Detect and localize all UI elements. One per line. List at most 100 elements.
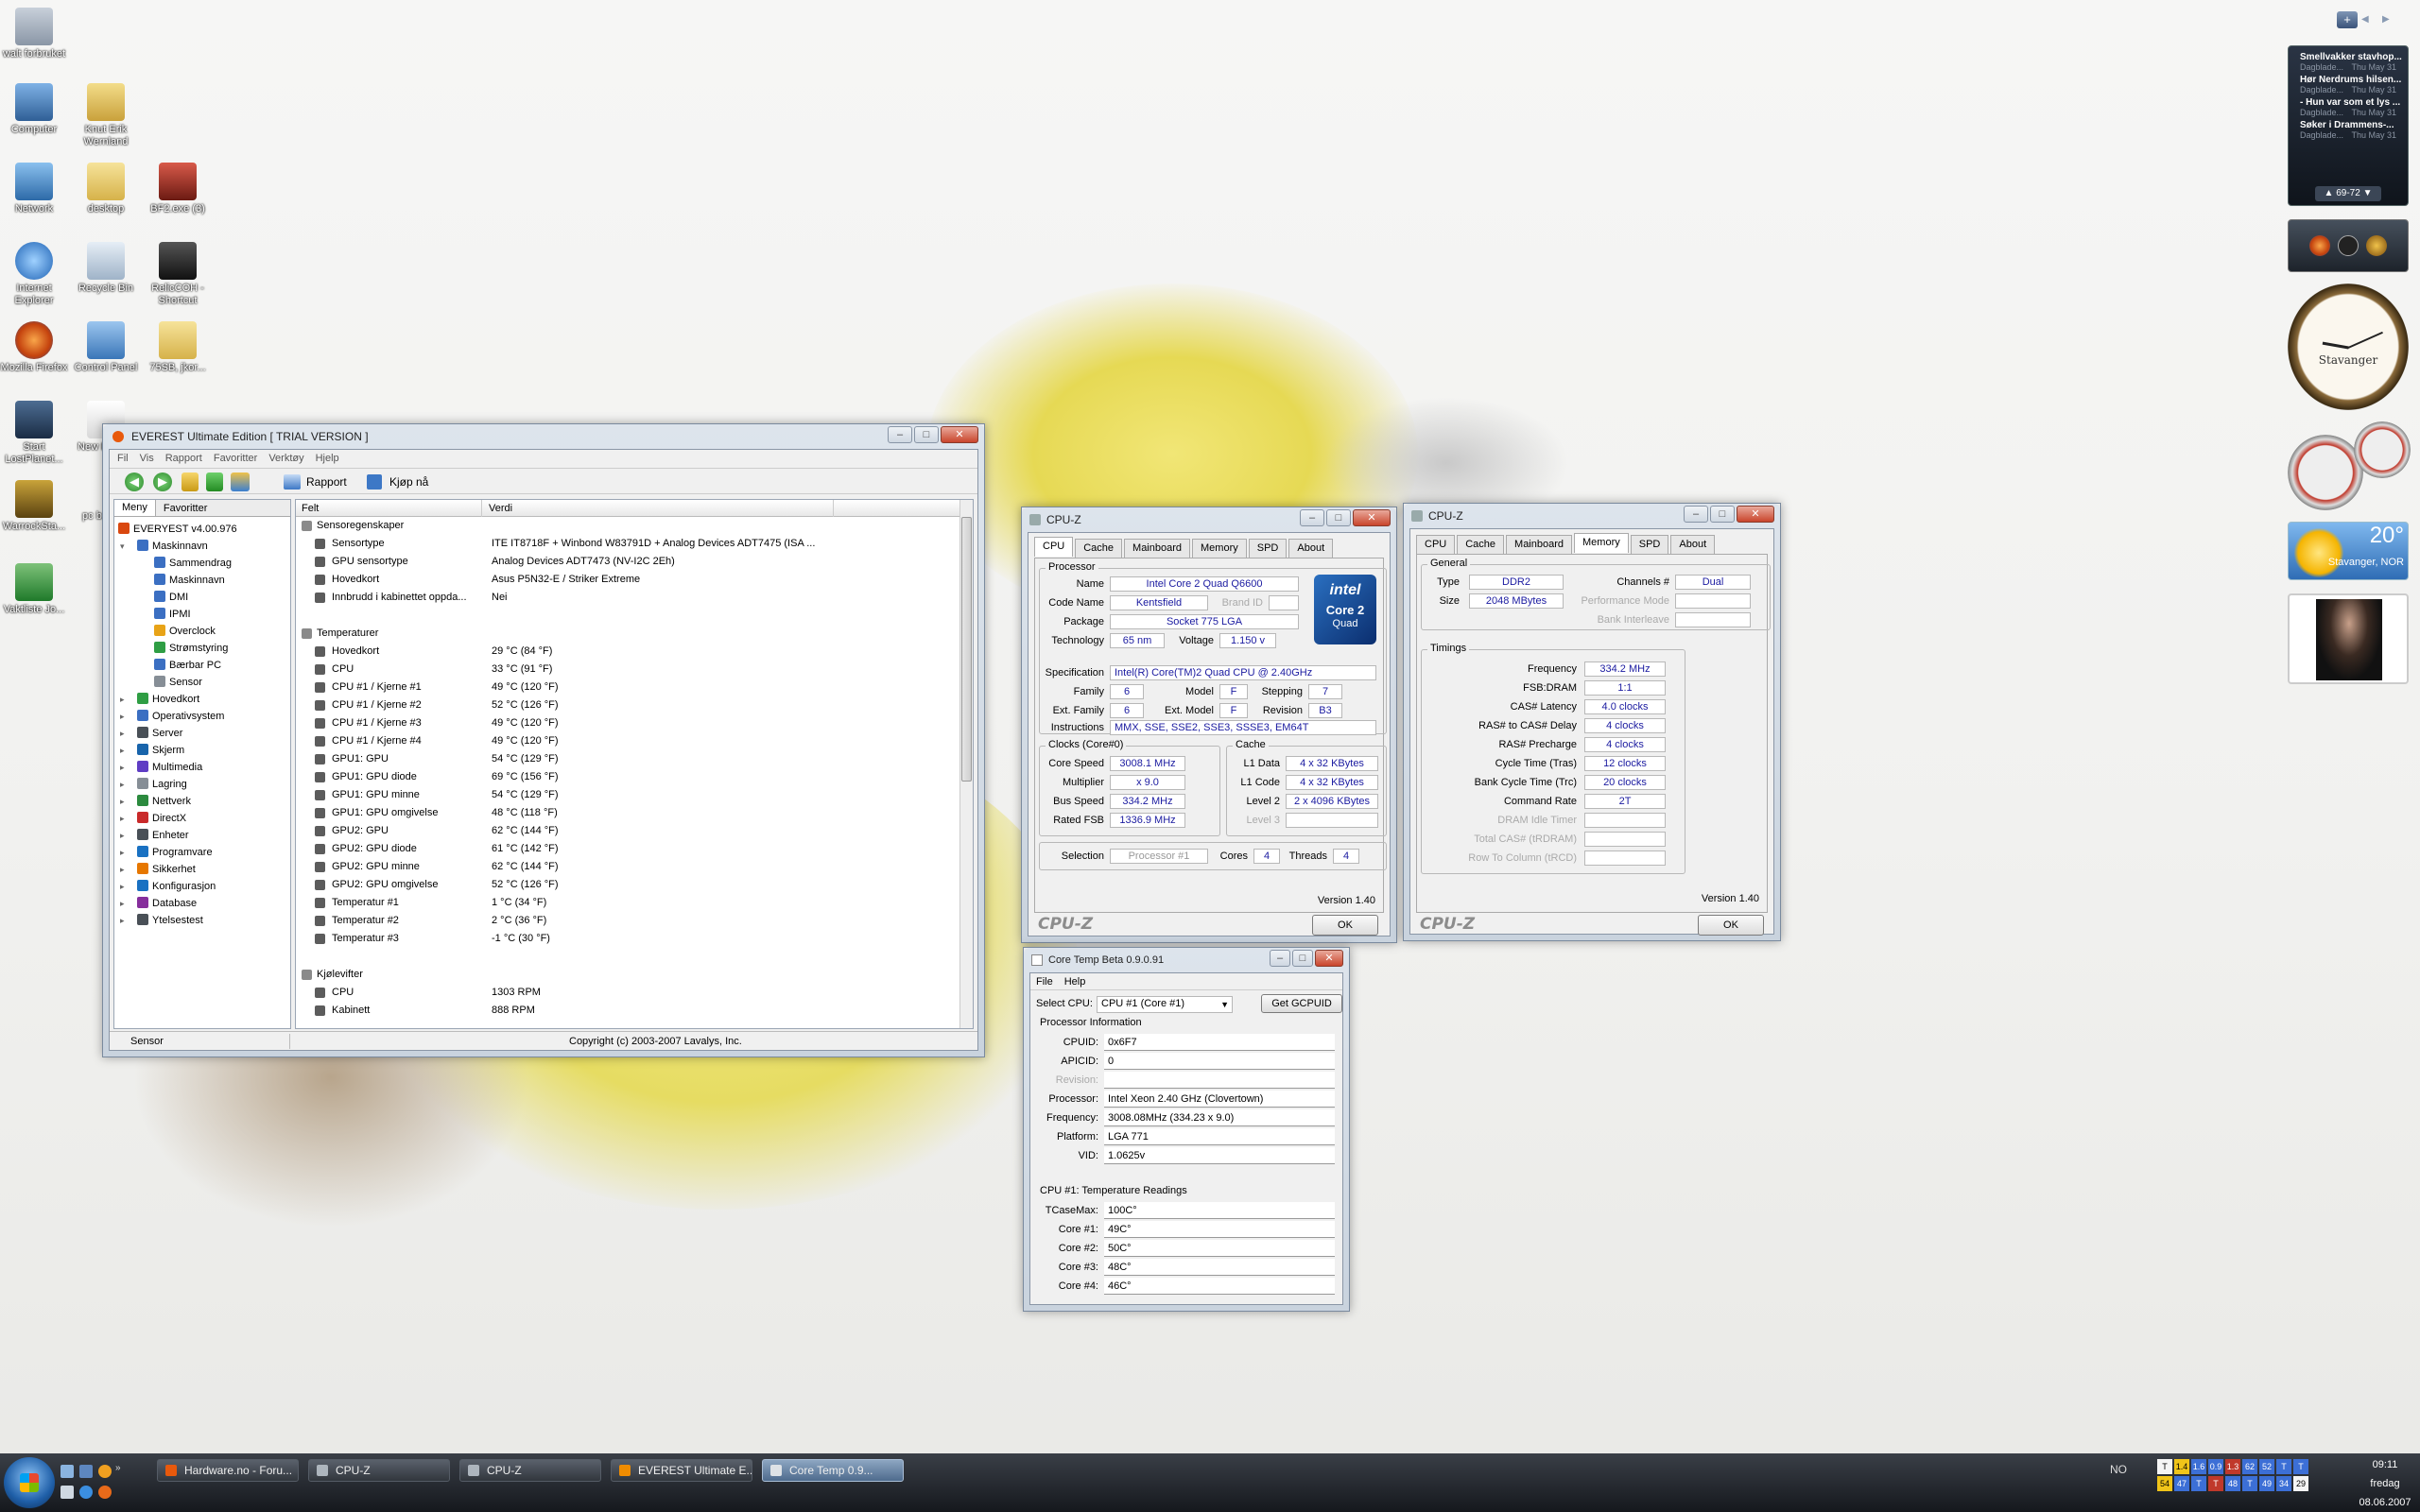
tree-item[interactable]: ▸ Programvare — [118, 844, 286, 861]
feed-pager[interactable]: ▲ 69-72 ▼ — [2315, 186, 2381, 201]
tray-indicator[interactable]: T — [2191, 1476, 2206, 1491]
close-button[interactable]: ✕ — [1315, 950, 1343, 967]
tree-item[interactable]: ▸ Multimedia — [118, 759, 286, 776]
table-row[interactable]: GPU2: GPU 62 °C (144 °F) — [296, 822, 959, 840]
tab-cache[interactable]: Cache — [1075, 539, 1123, 558]
tray-indicator[interactable]: T — [2157, 1459, 2172, 1474]
switch-windows-icon[interactable] — [79, 1465, 93, 1478]
table-row[interactable]: GPU1: GPU minne 54 °C (129 °F) — [296, 786, 959, 804]
report-button[interactable]: Rapport — [284, 472, 347, 491]
expand-icon[interactable]: ▸ — [120, 895, 125, 912]
ok-button[interactable]: OK — [1698, 915, 1764, 936]
tree-item[interactable]: ▸ Enheter — [118, 827, 286, 844]
chevron-right-icon[interactable]: » — [115, 1463, 121, 1473]
steam-icon[interactable] — [2338, 235, 2359, 256]
firefox-icon[interactable] — [98, 1486, 112, 1499]
desktop-icon-firefox[interactable]: Mozilla Firefox — [0, 321, 72, 374]
taskbar-button[interactable]: Core Temp 0.9... — [762, 1459, 904, 1482]
tray-indicator[interactable]: 1.4 — [2174, 1459, 2189, 1474]
table-row[interactable]: CPU #1 / Kjerne #4 49 °C (120 °F) — [296, 732, 959, 750]
table-row[interactable]: CPU 1303 RPM — [296, 984, 959, 1002]
ok-button[interactable]: OK — [1312, 915, 1378, 936]
mail-icon[interactable] — [60, 1486, 74, 1499]
expand-icon[interactable]: ▸ — [120, 793, 125, 810]
scrollbar-thumb[interactable] — [961, 517, 972, 782]
tree-item[interactable]: ▸ Skjerm — [118, 742, 286, 759]
tree-item[interactable]: EVERYEST v4.00.976 — [118, 521, 286, 538]
tray-indicator[interactable]: 52 — [2259, 1459, 2274, 1474]
desktop-icon-75sb[interactable]: 75SB, jkor... — [140, 321, 216, 374]
tray-indicator[interactable]: T — [2242, 1476, 2257, 1491]
tree-item[interactable]: ▸ Sikkerhet — [118, 861, 286, 878]
tab-cpu[interactable]: CPU — [1416, 535, 1456, 555]
vertical-scrollbar[interactable] — [959, 500, 973, 1028]
tab-cpu[interactable]: CPU — [1034, 537, 1074, 557]
tray-indicator[interactable]: 49 — [2259, 1476, 2274, 1491]
desktop-icon-recycle-bin[interactable]: Recycle Bin — [68, 242, 144, 295]
firefox-icon[interactable] — [2309, 235, 2330, 256]
table-row[interactable]: GPU1: GPU 54 °C (129 °F) — [296, 750, 959, 768]
expand-icon[interactable]: ▸ — [120, 912, 125, 929]
tree-item[interactable]: Strømstyring — [118, 640, 286, 657]
tray-indicator[interactable]: 0.9 — [2208, 1459, 2223, 1474]
desktop-icon-network[interactable]: Network — [0, 163, 72, 215]
desktop-icon-control-panel[interactable]: Control Panel — [68, 321, 144, 374]
buy-button[interactable]: Kjøp nå — [367, 472, 428, 491]
tree-item[interactable]: ▸ Operativsystem — [118, 708, 286, 725]
desktop-icon-computer[interactable]: Computer — [0, 83, 72, 136]
desktop-icon-lostplanet[interactable]: Start LostPlanet... — [0, 401, 72, 466]
expand-icon[interactable]: ▸ — [120, 776, 125, 793]
tray-indicator[interactable]: 47 — [2174, 1476, 2189, 1491]
next-icon[interactable]: ▶ — [2382, 11, 2399, 28]
close-button[interactable]: ✕ — [941, 426, 978, 443]
menu-fil[interactable]: Fil — [117, 450, 129, 467]
warcraft-icon[interactable] — [2366, 235, 2387, 256]
minimize-button[interactable]: – — [888, 426, 912, 443]
forward-icon[interactable]: ▶ — [153, 472, 172, 491]
tree-item[interactable]: Bærbar PC — [118, 657, 286, 674]
desktop-icon-ie[interactable]: Internet Explorer — [0, 242, 72, 307]
language-indicator[interactable]: NO — [2110, 1463, 2127, 1476]
table-row[interactable]: CPU #1 / Kjerne #1 49 °C (120 °F) — [296, 679, 959, 696]
section-row[interactable]: Kjølevifter — [296, 966, 959, 984]
expand-icon[interactable]: ▸ — [120, 725, 125, 742]
tab-spd[interactable]: SPD — [1630, 535, 1669, 555]
table-row[interactable]: GPU2: GPU minne 62 °C (144 °F) — [296, 858, 959, 876]
taskbar-button[interactable]: Hardware.no - Foru... — [157, 1459, 299, 1482]
table-row[interactable]: Temperatur #2 2 °C (36 °F) — [296, 912, 959, 930]
tree-item[interactable]: ▸ Server — [118, 725, 286, 742]
section-row[interactable]: Sensoregenskaper — [296, 517, 959, 535]
processor-select[interactable]: Processor #1 — [1110, 849, 1208, 864]
tree-item[interactable]: IPMI — [118, 606, 286, 623]
tray-indicator[interactable]: T — [2276, 1459, 2291, 1474]
taskbar-button[interactable]: EVEREST Ultimate E... — [611, 1459, 752, 1482]
maximize-button[interactable]: □ — [1326, 509, 1351, 526]
table-row[interactable]: GPU2: GPU diode 61 °C (142 °F) — [296, 840, 959, 858]
tab-favoritter[interactable]: Favoritter — [156, 500, 215, 516]
tree-item[interactable]: DMI — [118, 589, 286, 606]
tab-mainboard[interactable]: Mainboard — [1124, 539, 1191, 558]
desktop-icon-desktop[interactable]: desktop — [68, 163, 144, 215]
taskbar-button[interactable]: CPU-Z — [308, 1459, 450, 1482]
tree-item[interactable]: ▸ Database — [118, 895, 286, 912]
add-gadget-icon[interactable]: + — [2337, 11, 2358, 28]
clock[interactable]: 09:11 fredag 08.06.2007 — [2354, 1455, 2416, 1512]
menu-rapport[interactable]: Rapport — [165, 450, 202, 467]
table-row[interactable]: GPU1: GPU diode 69 °C (156 °F) — [296, 768, 959, 786]
table-row[interactable]: Sensortype ITE IT8718F + Winbond W83791D … — [296, 535, 959, 553]
tab-spd[interactable]: SPD — [1248, 539, 1288, 558]
menu-file[interactable]: File — [1036, 973, 1053, 989]
taskbar-button[interactable]: CPU-Z — [459, 1459, 601, 1482]
tree-item[interactable]: ▾ Maskinnavn — [118, 538, 286, 555]
column-verdi[interactable]: Verdi — [489, 500, 512, 517]
tree-item[interactable]: Maskinnavn — [118, 572, 286, 589]
tray-indicator[interactable]: 29 — [2293, 1476, 2308, 1491]
feed-item-title[interactable]: Smellvakker stavhop... — [2294, 49, 2402, 62]
tab-meny[interactable]: Meny — [114, 500, 156, 516]
table-row[interactable]: CPU 33 °C (91 °F) — [296, 661, 959, 679]
up-arrow-icon[interactable]: ▲ — [2325, 188, 2334, 198]
minimize-button[interactable]: – — [1684, 506, 1708, 523]
tray-indicator[interactable]: T — [2208, 1476, 2223, 1491]
menu-help[interactable]: Help — [1064, 973, 1086, 989]
back-icon[interactable]: ◀ — [125, 472, 144, 491]
